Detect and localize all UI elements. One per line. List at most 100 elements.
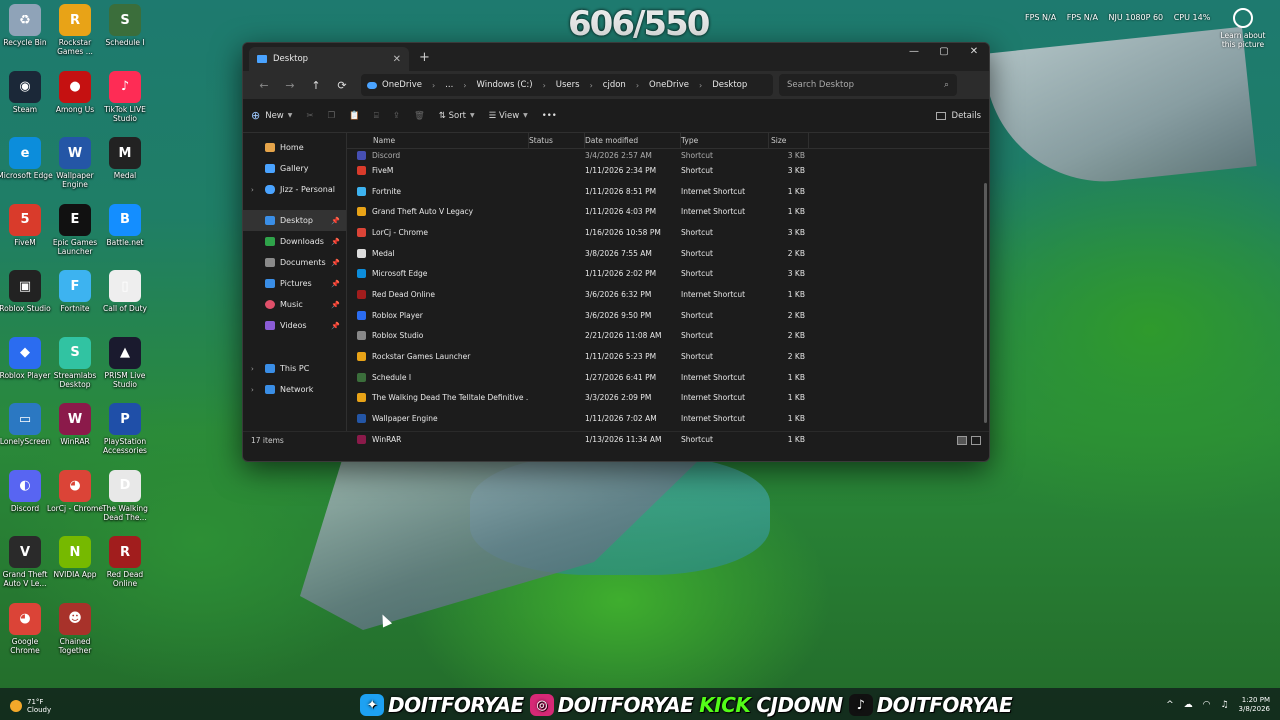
- desktop-icon-microsoft-edge[interactable]: e Microsoft Edge: [0, 137, 53, 180]
- desktop-icon-recycle-bin[interactable]: ♻ Recycle Bin: [0, 4, 50, 47]
- desktop-icon-lonelyscreen[interactable]: ▭ LonelyScreen: [0, 403, 50, 446]
- desktop-icon-discord[interactable]: ◐ Discord: [0, 469, 50, 513]
- desktop-icon-fivem[interactable]: 5 FiveM: [0, 203, 50, 247]
- crumb-onedrive[interactable]: OneDrive: [382, 80, 422, 90]
- crumb-desktop[interactable]: Desktop: [712, 80, 747, 90]
- paste-button[interactable]: 📋: [349, 111, 360, 121]
- desktop-icon-steam[interactable]: ◉ Steam: [0, 70, 50, 114]
- close-button[interactable]: ✕: [959, 43, 989, 61]
- table-row[interactable]: Roblox Player 3/6/2026 9:50 PM Shortcut 2 K…: [347, 305, 989, 326]
- table-row[interactable]: The Walking Dead The Telltale Definitive…: [347, 388, 989, 409]
- volume-icon[interactable]: ♫: [1220, 700, 1228, 710]
- expand-icon[interactable]: ›: [251, 365, 254, 373]
- table-row[interactable]: Microsoft Edge 1/11/2026 2:02 PM Shortcut 3…: [347, 263, 989, 284]
- desktop-icon-wallpaper-engine[interactable]: W Wallpaper Engine: [50, 137, 100, 189]
- table-row[interactable]: Rockstar Games Launcher 1/11/2026 5:23 PM…: [347, 346, 989, 367]
- refresh-button[interactable]: ⟳: [329, 79, 355, 92]
- table-row[interactable]: Roblox Studio 2/21/2026 11:08 AM Shortcut 2…: [347, 326, 989, 347]
- crumb-drive[interactable]: Windows (C:): [476, 80, 532, 90]
- weather-widget[interactable]: 71°F Cloudy: [10, 698, 51, 714]
- more-button[interactable]: •••: [542, 111, 557, 121]
- new-button[interactable]: ⊕ New ▼: [251, 109, 292, 122]
- nav-videos[interactable]: Videos 📌: [243, 315, 346, 336]
- nav-downloads[interactable]: Downloads 📌: [243, 231, 346, 252]
- chevron-up-icon[interactable]: ^: [1166, 700, 1174, 710]
- desktop-icon-medal[interactable]: M Medal: [100, 137, 150, 180]
- nav-pictures[interactable]: Pictures 📌: [243, 273, 346, 294]
- desktop-icon-the-walking-dead-the[interactable]: D The Walking Dead The...: [100, 469, 150, 522]
- vertical-scrollbar[interactable]: [984, 183, 987, 423]
- desktop-icon-nvidia-app[interactable]: N NVIDIA App: [50, 536, 100, 579]
- share-button[interactable]: ⇪: [393, 111, 400, 121]
- table-row[interactable]: LorCj - Chrome 1/16/2026 10:58 PM Shortcut…: [347, 222, 989, 243]
- forward-button[interactable]: →: [277, 79, 303, 92]
- view-button[interactable]: ☰ View ▼: [489, 111, 528, 121]
- table-row[interactable]: Red Dead Online 3/6/2026 6:32 PM Internet …: [347, 284, 989, 305]
- new-tab-button[interactable]: +: [419, 50, 430, 65]
- wifi-icon[interactable]: ◠: [1203, 700, 1211, 710]
- desktop-icon-chained-together[interactable]: ☻ Chained Together: [50, 602, 100, 655]
- cut-button[interactable]: ✂: [306, 111, 313, 121]
- desktop-icon-winrar[interactable]: W WinRAR: [50, 403, 100, 446]
- desktop-icon-among-us[interactable]: ● Among Us: [50, 70, 100, 114]
- rename-button[interactable]: ⌸: [374, 111, 379, 121]
- column-type[interactable]: Type: [681, 133, 769, 148]
- back-button[interactable]: ←: [251, 79, 277, 92]
- desktop-icon-google-chrome[interactable]: ◕ Google Chrome: [0, 602, 50, 655]
- sort-button[interactable]: ⇅ Sort ▼: [439, 111, 475, 121]
- delete-button[interactable]: 🗑: [414, 111, 425, 121]
- nav-desktop[interactable]: Desktop 📌: [243, 210, 346, 231]
- table-row[interactable]: Discord 3/4/2026 2:57 AM Shortcut 3 KB: [347, 150, 989, 160]
- nav-network[interactable]: › Network: [243, 379, 346, 400]
- desktop-icon-roblox-player[interactable]: ◆ Roblox Player: [0, 336, 50, 380]
- desktop-icon-red-dead-online[interactable]: R Red Dead Online: [100, 536, 150, 588]
- network-icon[interactable]: ☁: [1184, 700, 1193, 710]
- nav-this-pc[interactable]: › This PC: [243, 358, 346, 379]
- table-row[interactable]: WinRAR 1/13/2026 11:34 AM Shortcut 1 KB: [347, 429, 989, 450]
- desktop-icon-lorcj-chrome[interactable]: ◕ LorCj - Chrome: [47, 469, 103, 513]
- desktop-icon-streamlabs-desktop[interactable]: S Streamlabs Desktop: [50, 336, 100, 389]
- minimize-button[interactable]: —: [899, 43, 929, 61]
- up-button[interactable]: ↑: [303, 79, 329, 92]
- nav-gallery[interactable]: Gallery: [243, 158, 346, 179]
- details-button[interactable]: Details: [935, 111, 981, 121]
- table-row[interactable]: Wallpaper Engine 1/11/2026 7:02 AM Interne…: [347, 408, 989, 429]
- crumb-users[interactable]: Users: [556, 80, 580, 90]
- nav-music[interactable]: Music 📌: [243, 294, 346, 315]
- desktop-icon-prism-live-studio[interactable]: ▲ PRISM Live Studio: [100, 336, 150, 389]
- copy-button[interactable]: ❐: [328, 111, 336, 121]
- desktop-icon-epic-games-launcher[interactable]: E Epic Games Launcher: [50, 203, 100, 256]
- expand-icon[interactable]: ›: [251, 186, 254, 194]
- desktop-icon-fortnite[interactable]: F Fortnite: [50, 270, 100, 313]
- tab-desktop[interactable]: Desktop ✕: [249, 47, 409, 71]
- learn-about-picture[interactable]: Learn about this picture: [1218, 8, 1268, 49]
- column-date[interactable]: Date modified: [585, 133, 681, 148]
- table-row[interactable]: Medal 3/8/2026 7:55 AM Shortcut 2 KB: [347, 243, 989, 264]
- table-row[interactable]: Fortnite 1/11/2026 8:51 PM Internet Shortc…: [347, 181, 989, 202]
- desktop-icon-rockstar-games[interactable]: R Rockstar Games ...: [50, 4, 100, 56]
- crumb-onedrive-2[interactable]: OneDrive: [649, 80, 689, 90]
- column-size[interactable]: Size: [769, 133, 809, 148]
- close-tab-icon[interactable]: ✕: [393, 54, 401, 65]
- nav-documents[interactable]: Documents 📌: [243, 252, 346, 273]
- table-row[interactable]: Grand Theft Auto V Legacy 1/11/2026 4:03 …: [347, 201, 989, 222]
- desktop-icon-roblox-studio[interactable]: ▣ Roblox Studio: [0, 270, 51, 313]
- desktop-icon-schedule-i[interactable]: S Schedule I: [100, 4, 150, 47]
- desktop-icon-playstation-accessories[interactable]: P PlayStation Accessories: [100, 403, 150, 455]
- table-row[interactable]: Schedule I 1/27/2026 6:41 PM Internet Shor…: [347, 367, 989, 388]
- expand-icon[interactable]: ›: [251, 386, 254, 394]
- nav-home[interactable]: Home: [243, 137, 346, 158]
- nav-personal[interactable]: › Jizz - Personal: [243, 179, 346, 200]
- search-input[interactable]: Search Desktop ⌕: [779, 74, 957, 96]
- desktop-icon-grand-theft-auto-v-le[interactable]: V Grand Theft Auto V Le...: [0, 536, 50, 588]
- table-row[interactable]: FiveM 1/11/2026 2:34 PM Shortcut 3 KB: [347, 160, 989, 181]
- clock[interactable]: 1:20 PM 3/8/2026: [1239, 696, 1270, 714]
- maximize-button[interactable]: ▢: [929, 43, 959, 61]
- crumb-more[interactable]: ...: [445, 80, 453, 90]
- column-name[interactable]: Name: [347, 133, 529, 148]
- desktop-icon-tiktok-live-studio[interactable]: ♪ TikTok LIVE Studio: [100, 70, 150, 123]
- desktop-icon-call-of-duty[interactable]: ▯ Call of Duty: [100, 270, 150, 313]
- desktop-icon-battle-net[interactable]: B Battle.net: [100, 203, 150, 247]
- column-status[interactable]: Status: [529, 133, 585, 148]
- crumb-user[interactable]: cjdon: [603, 80, 626, 90]
